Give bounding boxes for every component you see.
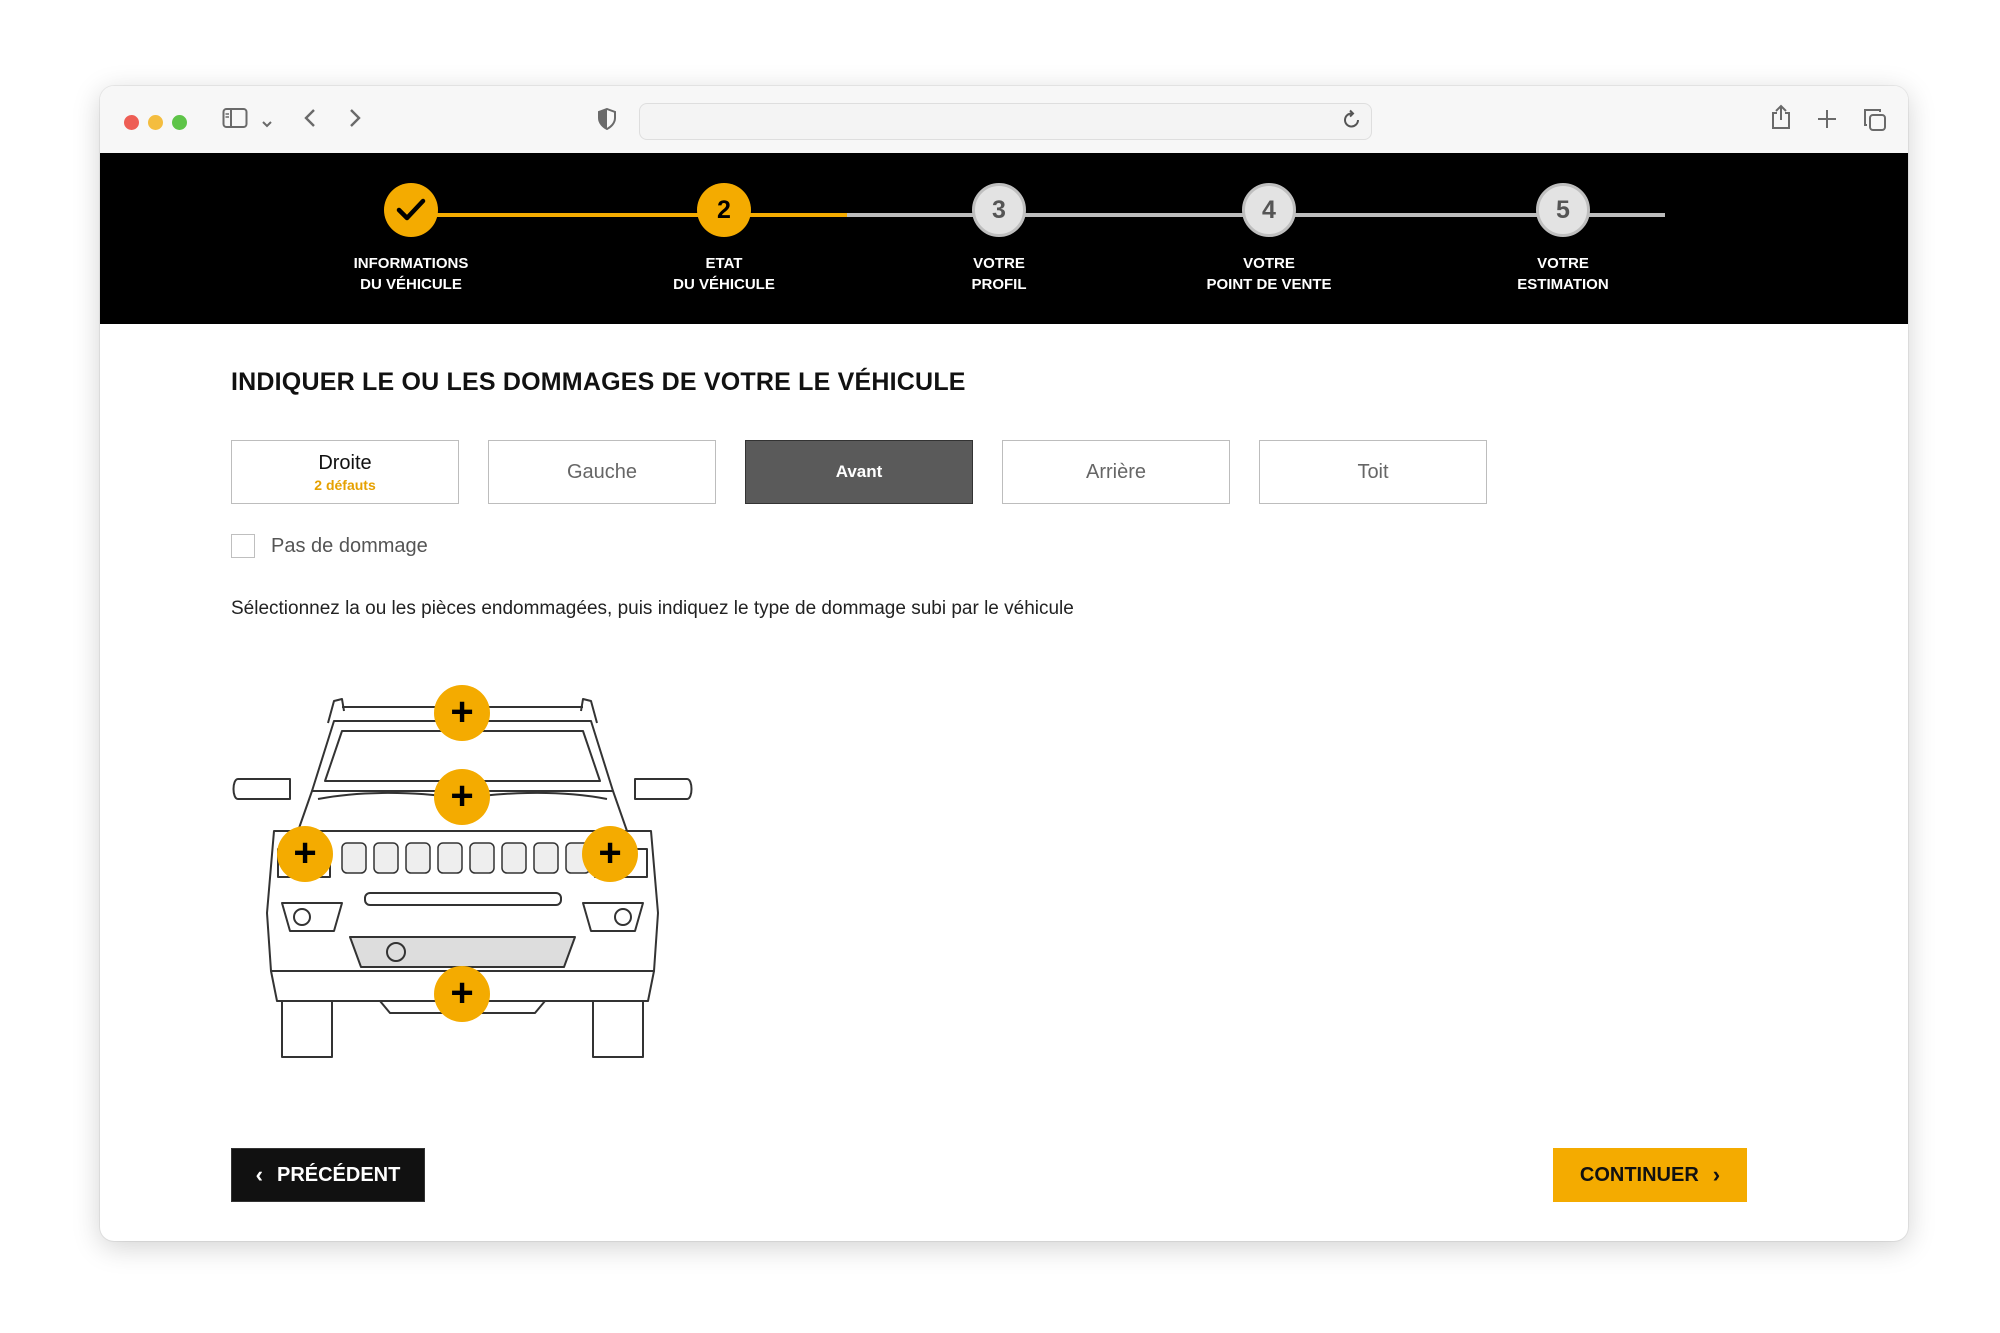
progress-stepper: INFORMATIONS DU VÉHICULE 2 ETAT DU VÉHIC… — [100, 153, 1908, 324]
defect-count-badge: 2 défauts — [314, 476, 376, 493]
tab-front[interactable]: Avant — [745, 440, 973, 504]
close-window-button[interactable] — [124, 115, 139, 130]
step-number: 4 — [1242, 183, 1296, 237]
browser-window: INFORMATIONS DU VÉHICULE 2 ETAT DU VÉHIC… — [100, 86, 1908, 1241]
address-bar[interactable] — [639, 103, 1372, 140]
tab-left[interactable]: Gauche — [488, 440, 716, 504]
chevron-right-icon: › — [1712, 1162, 1721, 1187]
new-tab-icon[interactable] — [1816, 108, 1838, 134]
tab-label: Arrière — [1085, 460, 1146, 483]
tab-right[interactable]: Droite 2 défauts — [231, 440, 459, 504]
step-estimate[interactable]: 5 VOTRE ESTIMATION — [1433, 183, 1693, 295]
page-title: INDIQUER LE OU LES DOMMAGES DE VOTRE LE … — [231, 368, 966, 396]
step-profile[interactable]: 3 VOTRE PROFIL — [869, 183, 1129, 295]
tab-label: Avant — [835, 462, 883, 481]
forward-icon[interactable] — [348, 107, 362, 133]
main-content: INDIQUER LE OU LES DOMMAGES DE VOTRE LE … — [100, 324, 1908, 1241]
hotspot-hood[interactable]: + — [434, 769, 490, 825]
no-damage-checkbox[interactable] — [231, 534, 255, 558]
step-completed-check-icon — [384, 183, 438, 237]
hotspot-right-headlight[interactable]: + — [582, 826, 638, 882]
chevron-down-icon[interactable] — [261, 111, 273, 133]
step-dealer[interactable]: 4 VOTRE POINT DE VENTE — [1139, 183, 1399, 295]
tab-label: Droite — [318, 451, 372, 474]
continue-button-label: CONTINUER — [1579, 1163, 1699, 1186]
step-label: INFORMATIONS DU VÉHICULE — [353, 255, 469, 293]
share-icon[interactable] — [1770, 104, 1792, 134]
no-damage-label: Pas de dommage — [271, 534, 428, 557]
step-number: 3 — [972, 183, 1026, 237]
continue-button[interactable]: CONTINUER › — [1553, 1148, 1747, 1202]
previous-button[interactable]: ‹ PRÉCÉDENT — [231, 1148, 425, 1202]
browser-toolbar — [100, 86, 1908, 153]
reload-icon[interactable] — [1343, 109, 1361, 135]
chevron-left-icon: ‹ — [255, 1162, 263, 1187]
step-label: VOTRE POINT DE VENTE — [1206, 255, 1332, 293]
step-vehicle-info[interactable]: INFORMATIONS DU VÉHICULE — [281, 183, 541, 295]
step-number: 5 — [1536, 183, 1590, 237]
tab-label: Toit — [1357, 460, 1389, 483]
sidebar-toggle-icon[interactable] — [222, 107, 248, 133]
step-label: ETAT DU VÉHICULE — [673, 255, 775, 293]
previous-button-label: PRÉCÉDENT — [276, 1163, 401, 1186]
instruction-text: Sélectionnez la ou les pièces endommagée… — [231, 598, 1074, 619]
back-icon[interactable] — [303, 107, 317, 133]
hotspot-front-bumper[interactable]: + — [434, 966, 490, 1022]
tab-label: Gauche — [566, 460, 638, 483]
step-label: VOTRE ESTIMATION — [1517, 255, 1609, 293]
vehicle-front-diagram: + + + + + — [230, 681, 695, 1066]
privacy-shield-icon[interactable] — [597, 107, 617, 134]
no-damage-option[interactable]: Pas de dommage — [231, 534, 428, 558]
step-vehicle-condition[interactable]: 2 ETAT DU VÉHICULE — [594, 183, 854, 295]
tab-rear[interactable]: Arrière — [1002, 440, 1230, 504]
zoom-window-button[interactable] — [172, 115, 187, 130]
hotspot-windshield[interactable]: + — [434, 685, 490, 741]
minimize-window-button[interactable] — [148, 115, 163, 130]
step-number: 2 — [697, 183, 751, 237]
tab-roof[interactable]: Toit — [1259, 440, 1487, 504]
tab-overview-icon[interactable] — [1863, 108, 1887, 136]
hotspot-left-headlight[interactable]: + — [277, 826, 333, 882]
step-label: VOTRE PROFIL — [971, 255, 1027, 293]
